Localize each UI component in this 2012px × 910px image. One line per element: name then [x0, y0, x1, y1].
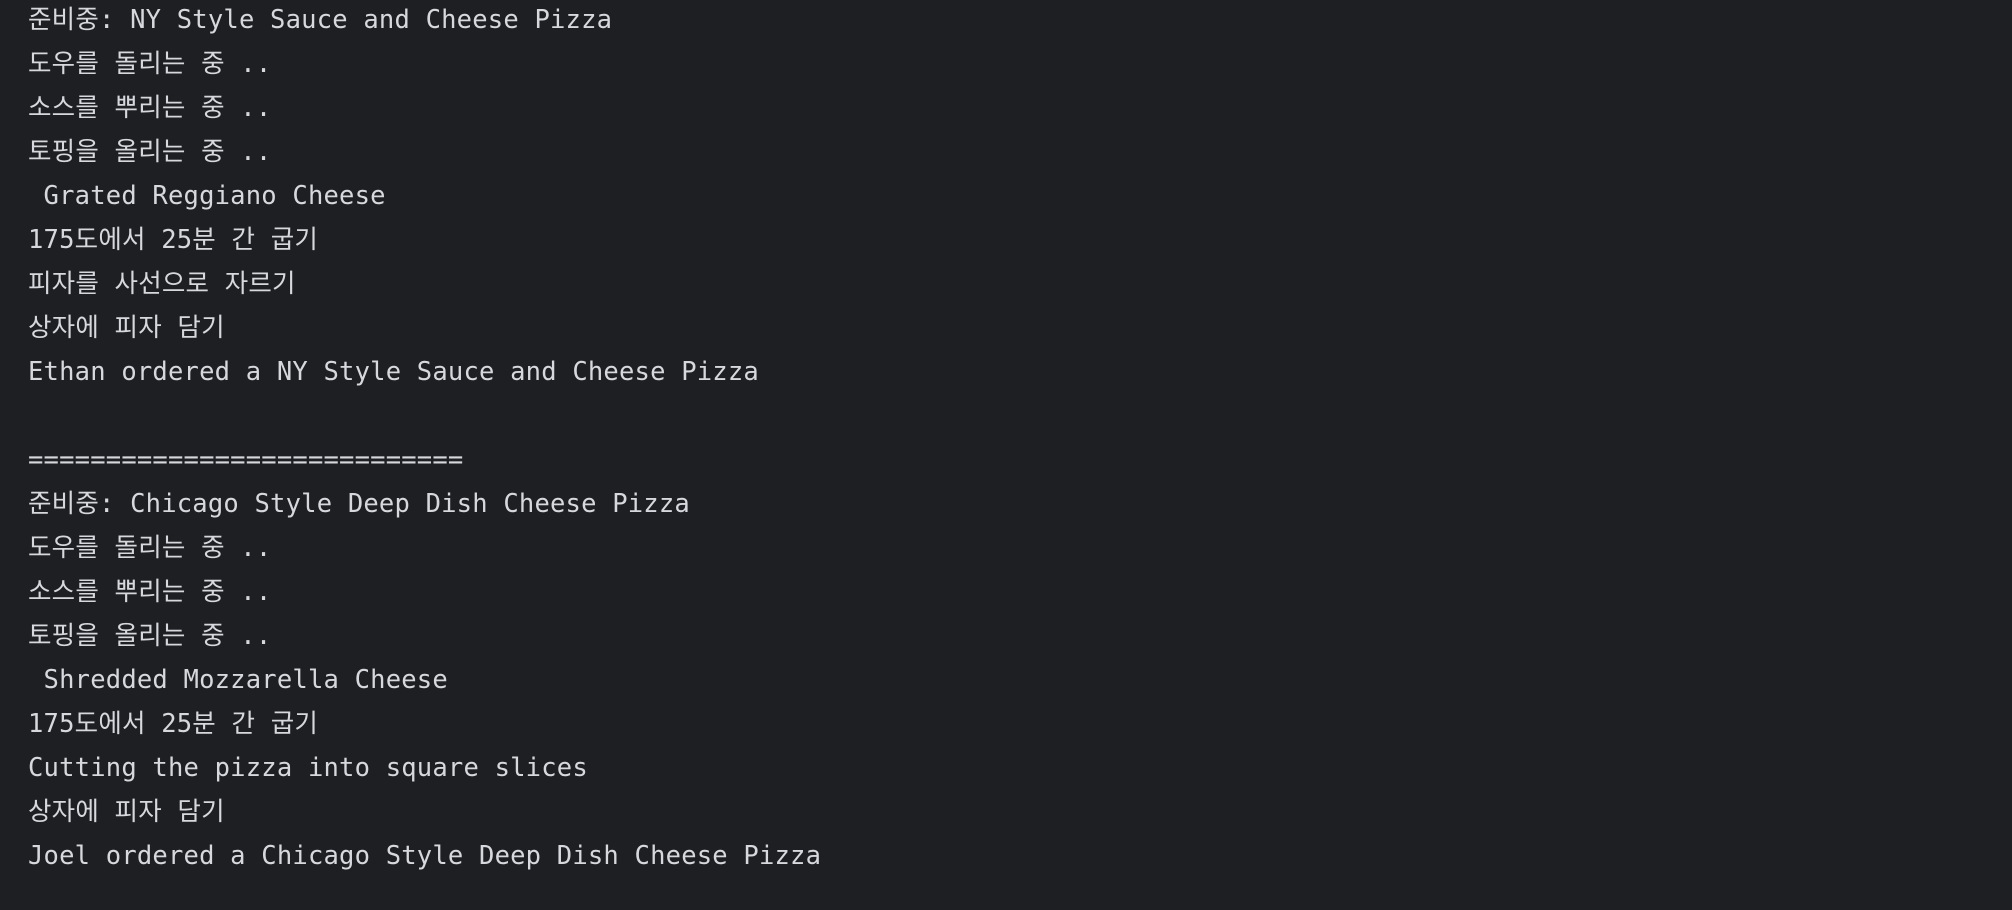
- console-line: Grated Reggiano Cheese: [28, 181, 386, 211]
- console-line: Shredded Mozzarella Cheese: [28, 665, 448, 695]
- console-line: 토핑을 올리는 중 ..: [28, 137, 272, 167]
- console-line: Joel ordered a Chicago Style Deep Dish C…: [28, 841, 822, 871]
- console-line: 토핑을 올리는 중 ..: [28, 621, 272, 651]
- console-line: 소스를 뿌리는 중 ..: [28, 577, 272, 607]
- console-separator: ============================: [28, 445, 464, 475]
- console-line: 준비중: Chicago Style Deep Dish Cheese Pizz…: [28, 489, 690, 519]
- console-line: 소스를 뿌리는 중 ..: [28, 93, 272, 123]
- console-line: 상자에 피자 담기: [28, 797, 225, 827]
- console-line: Ethan ordered a NY Style Sauce and Chees…: [28, 357, 759, 387]
- console-output: 준비중: NY Style Sauce and Cheese Pizza 도우를…: [0, 0, 2012, 910]
- console-line: 상자에 피자 담기: [28, 313, 225, 343]
- console-line: 준비중: NY Style Sauce and Cheese Pizza: [28, 5, 613, 35]
- console-line: Cutting the pizza into square slices: [28, 753, 588, 783]
- console-line: 피자를 사선으로 자르기: [28, 269, 296, 299]
- console-line: 도우를 돌리는 중 ..: [28, 49, 272, 79]
- console-line: 도우를 돌리는 중 ..: [28, 533, 272, 563]
- console-line: 175도에서 25분 간 굽기: [28, 709, 319, 739]
- console-line: 175도에서 25분 간 굽기: [28, 225, 319, 255]
